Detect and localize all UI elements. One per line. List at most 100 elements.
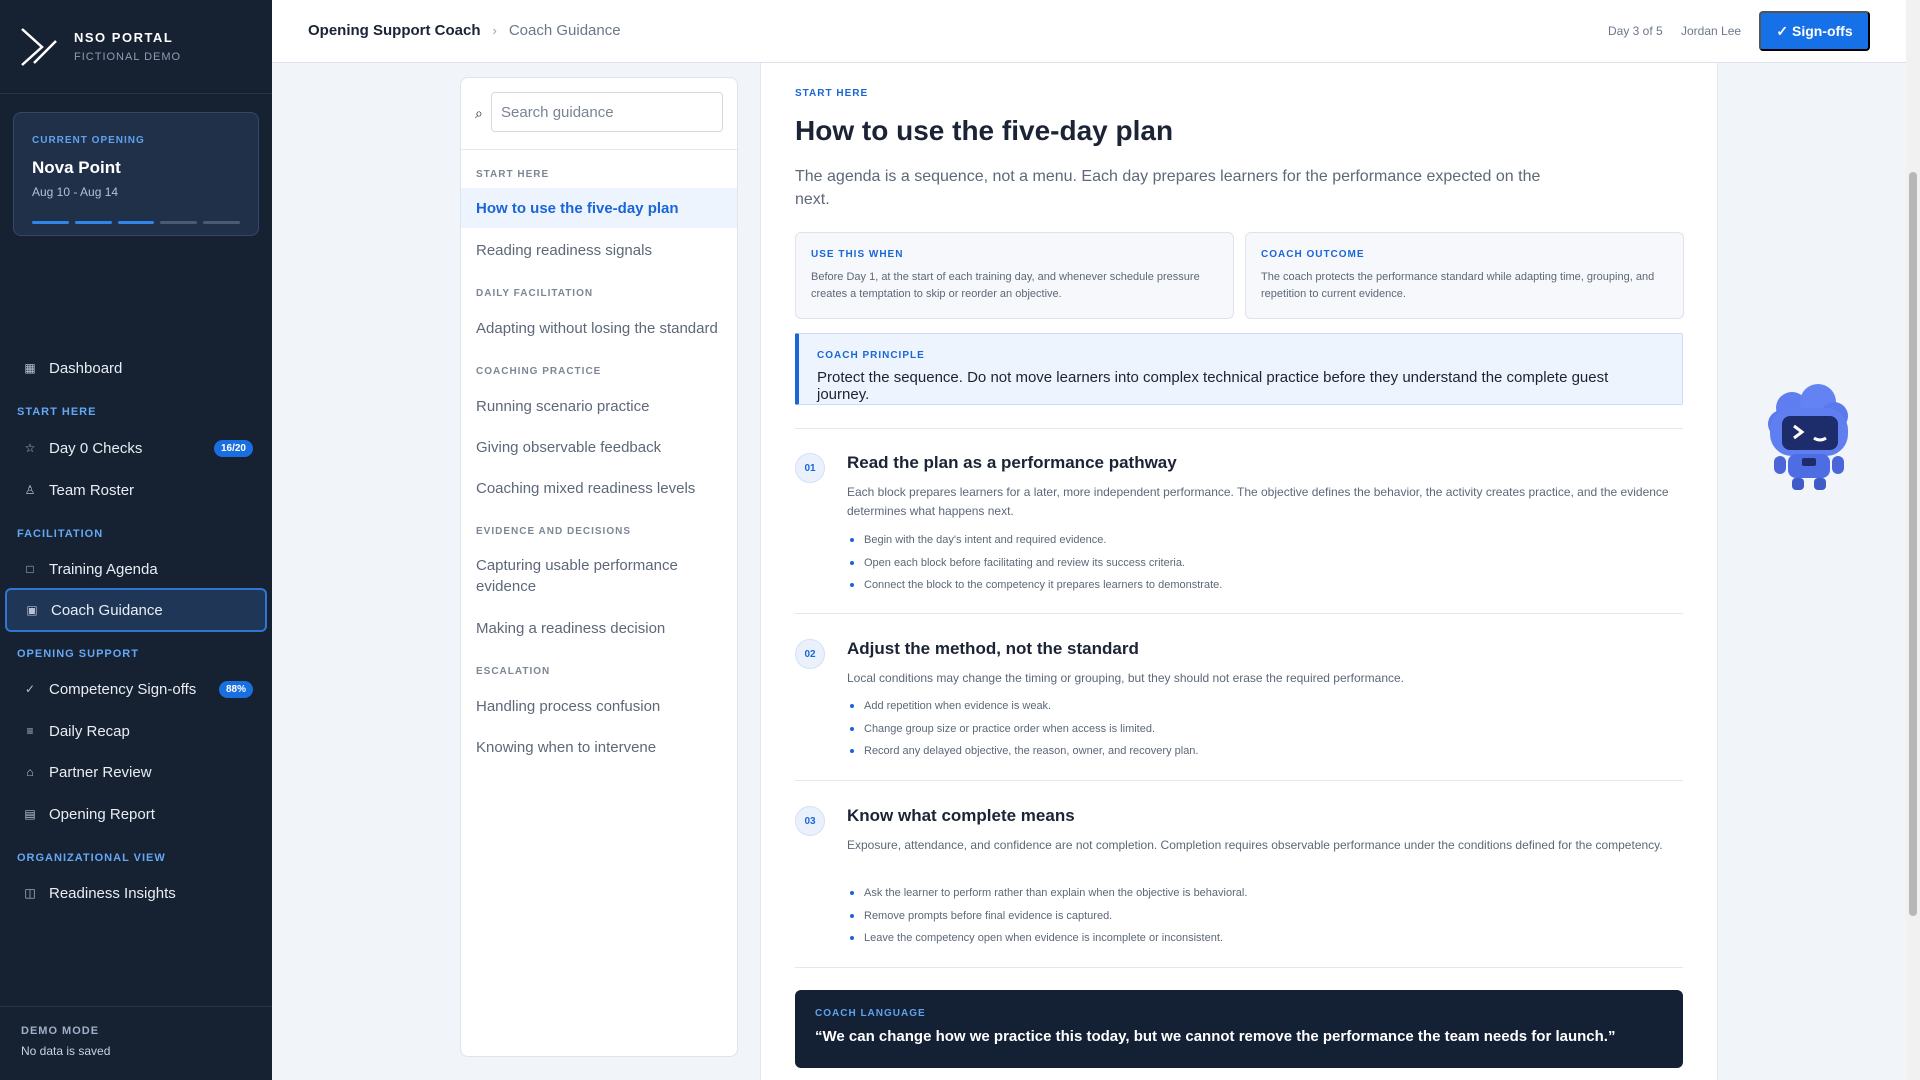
use-this-when-card: USE THIS WHEN Before Day 1, at the start… <box>795 232 1234 319</box>
sidebar-item-opening-report[interactable]: ▤ Opening Report <box>5 792 267 836</box>
home-icon: ⌂ <box>26 765 34 779</box>
guide-item-adapting-standard[interactable]: Adapting without losing the standard <box>461 318 737 339</box>
article-lead: The agenda is a sequence, not a menu. Ea… <box>795 168 1541 208</box>
sidebar-item-training-agenda[interactable]: □ Training Agenda <box>5 547 267 591</box>
coach-outcome-label: COACH OUTCOME <box>1261 249 1365 260</box>
book-icon: ▣ <box>26 603 38 617</box>
guide-item-observable-feedback[interactable]: Giving observable feedback <box>461 437 737 458</box>
day-progress-segment <box>74 221 112 224</box>
search-input[interactable] <box>491 92 723 132</box>
sidebar-item-coach-guidance[interactable]: ▣ Coach Guidance <box>5 588 267 632</box>
sidebar-item-daily-recap[interactable]: ≡ Daily Recap <box>5 709 267 753</box>
sidebar: NSO PORTAL FICTIONAL DEMO CURRENT OPENIN… <box>0 0 272 1080</box>
guide-item-performance-evidence[interactable]: Capturing usable performance evidence <box>461 555 737 597</box>
step-number: 02 <box>795 639 825 669</box>
guide-section-escalation: ESCALATION <box>476 666 551 677</box>
step-bullet: Open each block before facilitating and … <box>847 552 1683 575</box>
section-divider <box>795 613 1683 614</box>
guide-item-process-confusion[interactable]: Handling process confusion <box>461 696 737 717</box>
list-icon: ≡ <box>26 724 34 738</box>
sidebar-item-label: Dashboard <box>49 359 123 377</box>
coach-principle-text: Protect the sequence. Do not move learne… <box>817 369 1609 403</box>
guidance-index: ⌕ START HERE How to use the five-day pla… <box>460 77 738 1057</box>
guidance-article: START HERE How to use the five-day plan … <box>760 63 1718 1080</box>
guide-section-daily: DAILY FACILITATION <box>476 288 594 299</box>
check-icon: ✓ <box>24 682 36 696</box>
guide-item-readiness-signals[interactable]: Reading readiness signals <box>461 240 737 261</box>
breadcrumb-separator: › <box>492 23 497 38</box>
sidebar-item-label: Readiness Insights <box>49 884 176 902</box>
coach-principle-label: COACH PRINCIPLE <box>817 350 925 361</box>
step-bullet: Change group size or practice order when… <box>847 718 1683 741</box>
sidebar-item-label: Day 0 Checks <box>49 439 143 457</box>
search-icon: ⌕ <box>475 105 483 121</box>
search-bar: ⌕ <box>461 78 737 150</box>
coach-language-label: COACH LANGUAGE <box>815 1008 926 1019</box>
person-icon: ♙ <box>24 483 36 497</box>
guide-item-readiness-decision[interactable]: Making a readiness decision <box>461 618 737 639</box>
day-indicator: Day 3 of 5 <box>1608 24 1663 38</box>
brand-subtitle: FICTIONAL DEMO <box>74 51 182 63</box>
sidebar-item-label: Competency Sign-offs <box>49 680 197 698</box>
guide-section-evidence: EVIDENCE AND DECISIONS <box>476 526 631 537</box>
step-bullet: Record any delayed objective, the reason… <box>847 740 1683 763</box>
breadcrumb-current: Coach Guidance <box>508 22 621 39</box>
scrollbar-thumb[interactable] <box>1909 172 1917 916</box>
columns-icon: ◫ <box>24 886 36 900</box>
sidebar-item-readiness-insights[interactable]: ◫ Readiness Insights <box>5 871 267 915</box>
step-title: Adjust the method, not the standard <box>847 639 1139 658</box>
sidebar-item-label: Team Roster <box>49 481 135 499</box>
day-progress-segment <box>160 221 198 224</box>
coach-language-quote: “We can change how we practice this toda… <box>815 1028 1616 1045</box>
step-bullets: Ask the learner to perform rather than e… <box>847 882 1683 950</box>
step-number: 03 <box>795 806 825 836</box>
robot-assistant-icon[interactable] <box>1762 384 1856 492</box>
step-bullet: Connect the block to the competency it p… <box>847 574 1683 597</box>
square-icon: □ <box>26 562 34 576</box>
day-progress-segment <box>117 221 155 224</box>
guide-item-mixed-readiness[interactable]: Coaching mixed readiness levels <box>461 478 737 499</box>
nav-section-start: START HERE <box>17 406 97 418</box>
section-divider <box>795 967 1683 968</box>
guide-item-scenario-practice[interactable]: Running scenario practice <box>461 396 737 417</box>
sidebar-item-day0-checks[interactable]: ☆ Day 0 Checks 16/20 <box>5 426 267 470</box>
guide-item-when-to-intervene[interactable]: Knowing when to intervene <box>461 737 737 758</box>
sidebar-item-label: Training Agenda <box>49 560 158 578</box>
step-number: 01 <box>795 453 825 483</box>
star-icon: ☆ <box>24 441 36 455</box>
step-body: Local conditions may change the timing o… <box>847 671 1405 685</box>
step-title: Read the plan as a performance pathway <box>847 453 1177 472</box>
opening-dates: Aug 10 - Aug 14 <box>32 185 119 199</box>
portal-logo-icon <box>21 27 57 66</box>
coach-principle-callout: COACH PRINCIPLE Protect the sequence. Do… <box>795 333 1683 405</box>
breadcrumb-parent[interactable]: Opening Support Coach <box>308 22 481 39</box>
signoffs-percent-badge: 88% <box>218 680 253 698</box>
nav-section-organizational-view: ORGANIZATIONAL VIEW <box>17 852 166 864</box>
coach-outcome-text: The coach protects the performance stand… <box>1261 271 1655 300</box>
demo-mode-notice: DEMO MODE No data is saved <box>0 1006 272 1080</box>
sidebar-item-competency-signoffs[interactable]: ✓ Competency Sign-offs 88% <box>5 667 267 711</box>
report-icon: ▤ <box>24 807 36 821</box>
nav-section-facilitation: FACILITATION <box>17 528 104 540</box>
sidebar-item-partner-review[interactable]: ⌂ Partner Review <box>5 750 267 794</box>
demo-mode-label: DEMO MODE <box>21 1025 100 1037</box>
top-bar: Opening Support Coach › Coach Guidance D… <box>272 0 1906 63</box>
step-body: Exposure, attendance, and confidence are… <box>847 838 1663 852</box>
step-bullet: Leave the competency open when evidence … <box>847 927 1683 950</box>
use-this-when-label: USE THIS WHEN <box>811 249 904 260</box>
signoffs-button[interactable]: ✓ Sign-offs <box>1759 11 1870 51</box>
opening-day-progress <box>32 221 240 224</box>
sidebar-item-label: Opening Report <box>49 805 155 823</box>
user-name[interactable]: Jordan Lee <box>1681 24 1741 38</box>
guide-item-five-day-plan[interactable]: How to use the five-day plan <box>461 188 737 228</box>
sidebar-item-dashboard[interactable]: ▦ Dashboard <box>5 346 267 390</box>
sidebar-item-team-roster[interactable]: ♙ Team Roster <box>5 468 267 512</box>
step-bullets: Add repetition when evidence is weak. Ch… <box>847 695 1683 763</box>
guide-section-start: START HERE <box>476 169 550 180</box>
nav-section-opening-support: OPENING SUPPORT <box>17 648 139 660</box>
brand[interactable]: NSO PORTAL FICTIONAL DEMO <box>0 0 272 94</box>
coach-language-box: COACH LANGUAGE “We can change how we pra… <box>795 990 1683 1068</box>
article-title: How to use the five-day plan <box>795 115 1174 146</box>
current-opening-card[interactable]: CURRENT OPENING Nova Point Aug 10 - Aug … <box>13 112 259 236</box>
scrollbar[interactable] <box>1906 0 1920 1080</box>
